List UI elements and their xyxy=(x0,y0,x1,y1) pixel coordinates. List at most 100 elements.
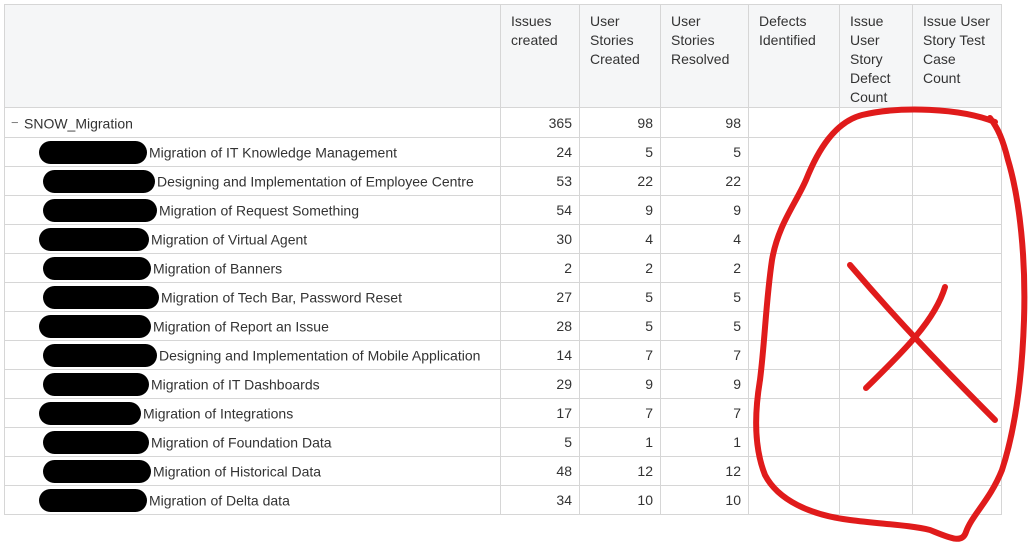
row-value xyxy=(912,340,1002,370)
table-row[interactable]: Designing and Implementation of Employee… xyxy=(4,166,1002,196)
redaction-mark xyxy=(39,227,149,251)
row-value: 54 xyxy=(500,195,580,225)
row-value xyxy=(839,427,913,457)
table-row[interactable]: Migration of Report an Issue 28 5 5 xyxy=(4,311,1002,341)
table-row[interactable]: Migration of IT Dashboards 29 9 9 xyxy=(4,369,1002,399)
row-label: Migration of Delta data xyxy=(149,492,290,508)
row-value: 9 xyxy=(579,195,661,225)
row-value xyxy=(912,456,1002,486)
row-label-cell: Migration of Request Something xyxy=(4,195,501,225)
row-label: Migration of Foundation Data xyxy=(151,434,332,450)
row-value xyxy=(748,311,840,341)
col-header-defect-count[interactable]: Issue User Story Defect Count xyxy=(839,4,913,108)
row-value: 30 xyxy=(500,224,580,254)
table-row[interactable]: Migration of IT Knowledge Management 24 5 5 xyxy=(4,137,1002,167)
table-row[interactable]: Designing and Implementation of Mobile A… xyxy=(4,340,1002,370)
row-label: Migration of Historical Data xyxy=(153,463,322,479)
row-label: Designing and Implementation of Employee… xyxy=(157,173,474,189)
row-value: 9 xyxy=(660,369,749,399)
row-value: 9 xyxy=(660,195,749,225)
row-value xyxy=(748,195,840,225)
table-row[interactable]: Migration of Tech Bar, Password Reset 27 5… xyxy=(4,282,1002,312)
redaction-mark xyxy=(43,285,159,309)
row-label: Migration of Virtual Agent xyxy=(151,231,308,247)
row-value xyxy=(839,224,913,254)
row-value xyxy=(748,282,840,312)
row-value: 28 xyxy=(500,311,580,341)
row-label: Designing and Implementation of Mobile A… xyxy=(159,347,481,363)
row-value: 7 xyxy=(579,398,661,428)
row-value: 9 xyxy=(579,369,661,399)
row-value xyxy=(839,195,913,225)
row-value xyxy=(748,224,840,254)
table-row[interactable]: Migration of Banners 2 2 2 xyxy=(4,253,1002,283)
row-value: 5 xyxy=(660,137,749,167)
row-value: 53 xyxy=(500,166,580,196)
row-value xyxy=(839,311,913,341)
col-header-test-case-count[interactable]: Issue User Story Test Case Count xyxy=(912,4,1002,108)
col-header-defects-identified[interactable]: Defects Identified xyxy=(748,4,840,108)
redaction-mark xyxy=(43,169,155,193)
group-value xyxy=(912,107,1002,138)
row-value: 22 xyxy=(579,166,661,196)
row-value xyxy=(912,485,1002,515)
row-value: 24 xyxy=(500,137,580,167)
header-row: Issues created User Stories Created User… xyxy=(4,4,1002,108)
table-row[interactable]: Migration of Delta data 34 10 10 xyxy=(4,485,1002,515)
row-value xyxy=(748,166,840,196)
redaction-mark xyxy=(39,401,141,425)
row-label: Migration of Report an Issue xyxy=(153,318,329,334)
row-label: Migration of Request Something xyxy=(159,202,359,218)
row-value xyxy=(748,137,840,167)
row-value: 12 xyxy=(660,456,749,486)
col-header-issues-created[interactable]: Issues created xyxy=(500,4,580,108)
row-value xyxy=(839,340,913,370)
row-label: Migration of IT Dashboards xyxy=(151,376,320,392)
row-value: 2 xyxy=(660,253,749,283)
table-row[interactable]: Migration of Request Something 54 9 9 xyxy=(4,195,1002,225)
row-label: Migration of Tech Bar, Password Reset xyxy=(161,289,402,305)
row-value xyxy=(748,369,840,399)
row-value: 12 xyxy=(579,456,661,486)
row-value: 1 xyxy=(579,427,661,457)
row-label-cell: Migration of IT Dashboards xyxy=(4,369,501,399)
row-value: 10 xyxy=(660,485,749,515)
row-value xyxy=(912,427,1002,457)
row-value: 5 xyxy=(660,311,749,341)
corner-cell xyxy=(4,4,501,108)
row-value xyxy=(839,166,913,196)
row-value: 5 xyxy=(579,282,661,312)
row-label-cell: Designing and Implementation of Mobile A… xyxy=(4,340,501,370)
table-row[interactable]: Migration of Integrations 17 7 7 xyxy=(4,398,1002,428)
group-label-cell: − SNOW_Migration xyxy=(4,107,501,138)
row-value: 5 xyxy=(579,137,661,167)
redaction-mark xyxy=(43,198,157,222)
row-label-cell: Migration of Virtual Agent xyxy=(4,224,501,254)
row-value: 5 xyxy=(660,282,749,312)
row-value xyxy=(912,195,1002,225)
group-value: 98 xyxy=(660,107,749,138)
table-row[interactable]: Migration of Foundation Data 5 1 1 xyxy=(4,427,1002,457)
row-label-cell: Migration of Tech Bar, Password Reset xyxy=(4,282,501,312)
row-value: 1 xyxy=(660,427,749,457)
row-label: Migration of Integrations xyxy=(143,405,294,421)
minus-icon[interactable]: − xyxy=(11,115,21,130)
group-label: SNOW_Migration xyxy=(24,115,133,132)
group-value: 98 xyxy=(579,107,661,138)
col-header-user-stories-resolved[interactable]: User Stories Resolved xyxy=(660,4,749,108)
row-label: Migration of IT Knowledge Management xyxy=(149,144,397,160)
redaction-mark xyxy=(39,314,151,338)
row-label-cell: Migration of Report an Issue xyxy=(4,311,501,341)
table-row[interactable]: Migration of Historical Data 48 12 12 xyxy=(4,456,1002,486)
row-value xyxy=(839,253,913,283)
row-value: 2 xyxy=(500,253,580,283)
row-label-cell: Migration of Foundation Data xyxy=(4,427,501,457)
col-header-user-stories-created[interactable]: User Stories Created xyxy=(579,4,661,108)
table-row[interactable]: Migration of Virtual Agent 30 4 4 xyxy=(4,224,1002,254)
redaction-mark xyxy=(43,372,149,396)
row-value xyxy=(839,282,913,312)
row-value: 7 xyxy=(660,398,749,428)
row-value xyxy=(748,485,840,515)
row-label-cell: Designing and Implementation of Employee… xyxy=(4,166,501,196)
group-value xyxy=(748,107,840,138)
